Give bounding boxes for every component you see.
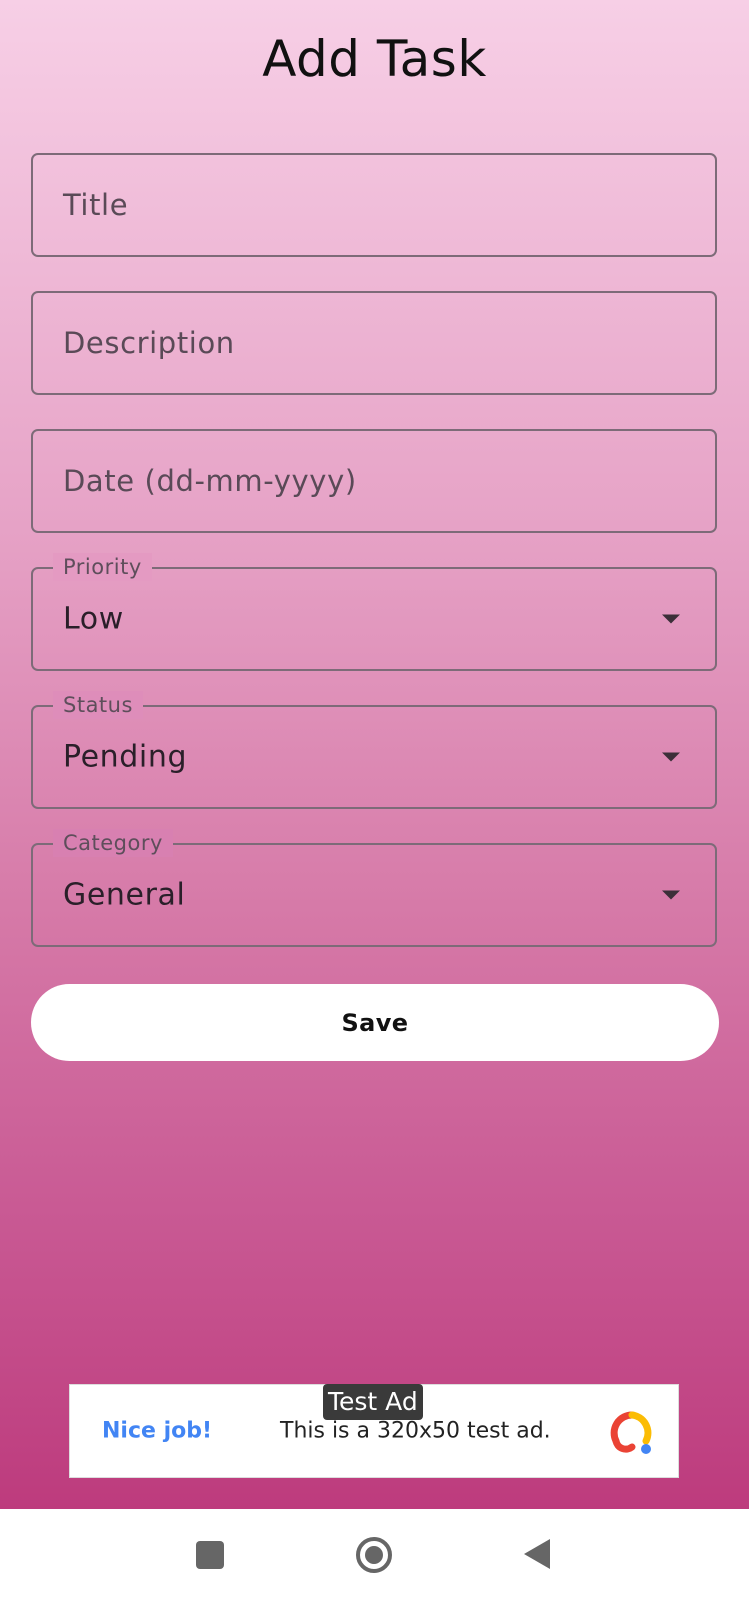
admob-logo-icon	[610, 1411, 652, 1454]
status-dropdown-arrow-icon	[662, 752, 680, 762]
date-placeholder: Date (dd-mm-yyyy)	[63, 464, 357, 498]
category-dropdown-arrow-icon	[662, 890, 680, 900]
page-title: Add Task	[262, 30, 487, 88]
priority-dropdown-arrow-icon	[662, 614, 680, 624]
ad-headline: Nice job!	[102, 1418, 213, 1444]
priority-dropdown[interactable]: Priority Low	[31, 553, 717, 671]
title-field[interactable]: Title	[31, 153, 717, 257]
priority-label: Priority	[53, 553, 152, 581]
home-icon[interactable]	[354, 1535, 394, 1575]
title-placeholder: Title	[63, 188, 129, 222]
status-label: Status	[53, 691, 143, 719]
recents-icon[interactable]	[196, 1541, 224, 1569]
description-field[interactable]: Description	[31, 291, 717, 395]
add-task-screen: Add Task Title Description Date (dd-mm-y…	[0, 0, 749, 1509]
category-value: General	[63, 877, 186, 913]
description-placeholder: Description	[63, 326, 235, 360]
system-navigation-bar	[0, 1509, 749, 1600]
status-value: Pending	[63, 739, 188, 775]
date-field[interactable]: Date (dd-mm-yyyy)	[31, 429, 717, 533]
test-ad-tag: Test Ad	[323, 1384, 423, 1420]
category-label: Category	[53, 829, 173, 857]
ad-body-text: This is a 320x50 test ad.	[280, 1418, 551, 1444]
priority-value: Low	[63, 601, 124, 637]
save-button[interactable]: Save	[31, 984, 719, 1061]
category-dropdown[interactable]: Category General	[31, 829, 717, 947]
back-icon[interactable]	[522, 1537, 552, 1571]
status-dropdown[interactable]: Status Pending	[31, 691, 717, 809]
